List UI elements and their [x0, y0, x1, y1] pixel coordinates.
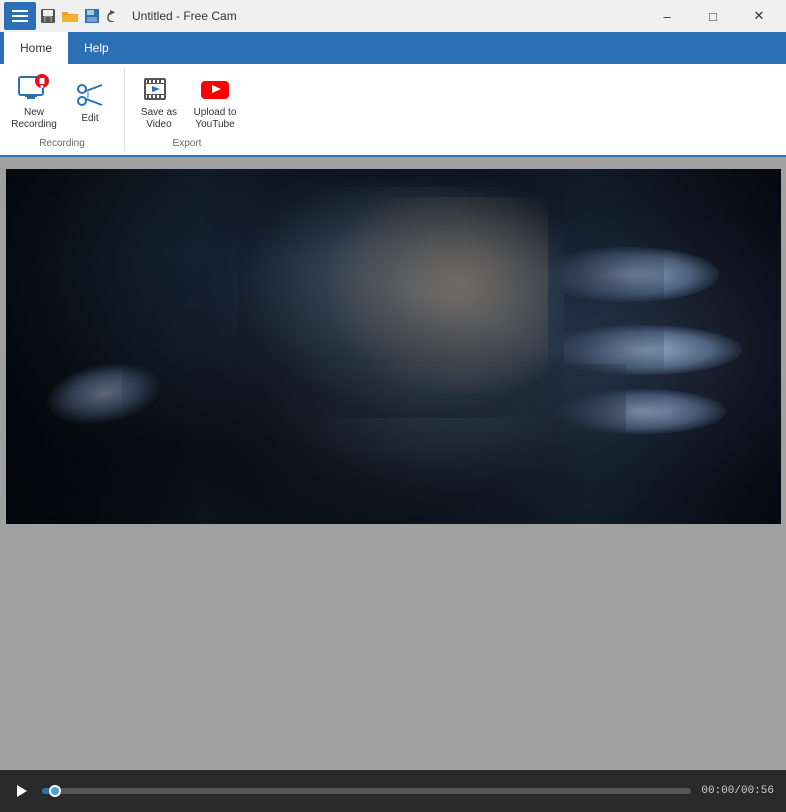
upload-youtube-button[interactable]: Upload toYouTube [189, 68, 241, 136]
save-icon [41, 9, 55, 23]
bottom-gray-area [0, 650, 786, 770]
qa-disk-button[interactable] [82, 6, 102, 26]
minimize-button[interactable]: – [644, 1, 690, 31]
save-video-icon [143, 73, 175, 105]
disk-icon [85, 9, 99, 23]
title-bar: Untitled - Free Cam – □ ✕ [0, 0, 786, 32]
close-button[interactable]: ✕ [736, 1, 782, 31]
edit-icon [74, 79, 106, 111]
tab-help[interactable]: Help [68, 32, 125, 64]
window-title: Untitled - Free Cam [132, 9, 237, 23]
tab-home[interactable]: Home [4, 32, 68, 64]
maximize-button[interactable]: □ [690, 1, 736, 31]
menu-icon [12, 10, 28, 22]
play-button[interactable] [12, 781, 32, 801]
progress-bar[interactable] [42, 788, 691, 794]
qa-save-button[interactable] [38, 6, 58, 26]
new-recording-icon [18, 73, 50, 105]
new-recording-label: NewRecording [11, 107, 57, 131]
ribbon-group-export: Save asVideo Upload toYouTube Export [125, 68, 249, 151]
recording-group-label: Recording [39, 136, 85, 151]
playback-bar: 00:00/00:56 [0, 770, 786, 812]
new-recording-button[interactable]: NewRecording [8, 68, 60, 136]
main-content-area [0, 157, 786, 650]
progress-thumb [49, 785, 61, 797]
video-player[interactable] [6, 169, 781, 524]
save-as-video-button[interactable]: Save asVideo [133, 68, 185, 136]
time-display: 00:00/00:56 [701, 785, 774, 797]
ribbon-group-recording: NewRecording Edit [0, 68, 125, 151]
edit-button[interactable]: Edit [64, 72, 116, 132]
youtube-icon [199, 73, 231, 105]
undo-icon [107, 10, 121, 22]
youtube-label: Upload toYouTube [194, 107, 237, 131]
video-frame [6, 169, 781, 524]
folder-icon [62, 10, 78, 22]
export-group-label: Export [173, 136, 202, 151]
qa-folder-button[interactable] [60, 6, 80, 26]
ribbon-bar: NewRecording Edit [0, 64, 786, 157]
edit-label: Edit [81, 113, 98, 125]
ribbon-tabs: Home Help [0, 32, 786, 64]
save-video-label: Save asVideo [141, 107, 177, 131]
window-controls: – □ ✕ [644, 1, 782, 31]
app-menu-button[interactable] [4, 2, 36, 30]
qa-undo-button[interactable] [104, 6, 124, 26]
quick-access-toolbar [4, 2, 124, 30]
